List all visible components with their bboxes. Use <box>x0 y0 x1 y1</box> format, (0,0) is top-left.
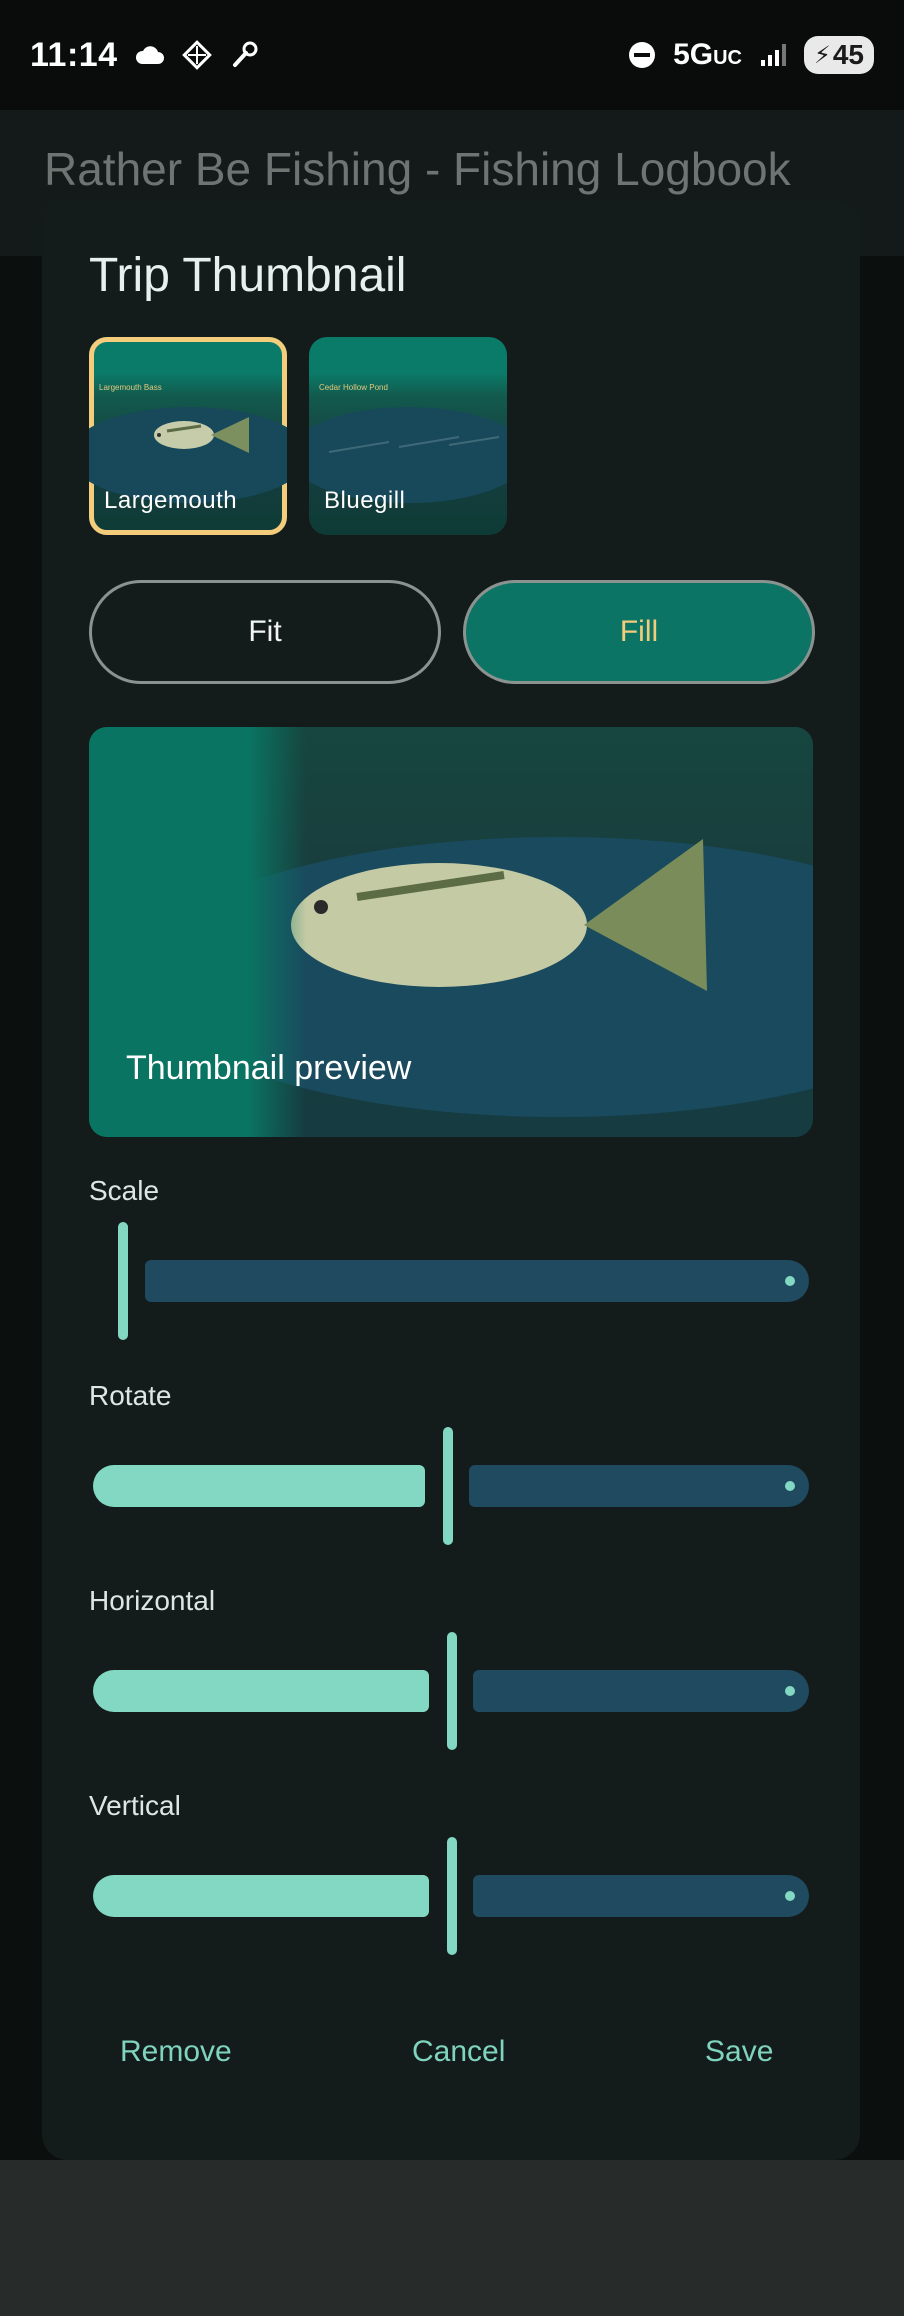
horizontal-slider-active-track[interactable] <box>93 1670 429 1712</box>
cloud-icon <box>132 38 166 72</box>
vertical-slider[interactable] <box>89 1837 813 1957</box>
charging-bolt-icon: ⚡ <box>813 41 831 69</box>
vertical-slider-handle[interactable] <box>447 1837 457 1955</box>
diamond-grid-icon <box>180 38 214 72</box>
horizontal-label: Horizontal <box>89 1585 216 1616</box>
thumbnail-caption: Largemouth <box>104 487 238 514</box>
dialog-actions: Remove Cancel Save <box>42 2020 860 2090</box>
scale-slider-handle[interactable] <box>118 1222 128 1340</box>
battery-indicator: ⚡ 45 <box>803 36 874 74</box>
scale-label: Scale <box>89 1175 160 1206</box>
preview-label: Thumbnail preview <box>126 1049 412 1087</box>
vertical-slider-active-track[interactable] <box>93 1875 429 1917</box>
status-time: 11:14 <box>30 35 118 74</box>
fill-button[interactable]: Fill <box>463 580 815 684</box>
scale-slider[interactable] <box>89 1222 813 1342</box>
cancel-button[interactable]: Cancel <box>392 2025 525 2079</box>
horizontal-slider-handle[interactable] <box>447 1632 457 1750</box>
thumbnail-bluegill[interactable]: Cedar Hollow Pond Bluegill <box>309 337 507 535</box>
app-title: Rather Be Fishing - Fishing Logbook <box>44 143 791 195</box>
rotate-slider-track[interactable] <box>469 1465 809 1507</box>
network-type: 5GUC <box>673 38 742 71</box>
fit-button[interactable]: Fit <box>89 580 441 684</box>
trip-thumbnail-dialog: Trip Thumbnail Largemouth Bass Largemout… <box>42 200 860 2160</box>
rotate-slider[interactable] <box>89 1427 813 1547</box>
thumbnail-preview: Thumbnail preview <box>89 727 813 1137</box>
thumbnail-caption: Bluegill <box>324 487 406 514</box>
scale-slider-track[interactable] <box>145 1260 809 1302</box>
wrench-icon <box>228 38 262 72</box>
thumbnail-largemouth[interactable]: Largemouth Bass Largemouth <box>89 337 287 535</box>
signal-icon <box>756 38 790 72</box>
rotate-slider-handle[interactable] <box>443 1427 453 1545</box>
horizontal-slider-track[interactable] <box>473 1670 809 1712</box>
thumbnail-list: Largemouth Bass Largemouth Cedar Hollow … <box>89 337 507 535</box>
rotate-label: Rotate <box>89 1380 172 1411</box>
do-not-disturb-icon <box>625 38 659 72</box>
rotate-slider-active-track[interactable] <box>93 1465 425 1507</box>
vertical-label: Vertical <box>89 1790 181 1821</box>
horizontal-slider[interactable] <box>89 1632 813 1752</box>
status-bar: 11:14 5GUC ⚡ 45 <box>0 0 904 110</box>
scale-mode-toggle: Fit Fill <box>89 580 815 684</box>
dialog-title: Trip Thumbnail <box>89 249 407 302</box>
bottom-area <box>0 2160 904 2316</box>
remove-button[interactable]: Remove <box>100 2025 252 2079</box>
save-button[interactable]: Save <box>685 2025 793 2079</box>
vertical-slider-track[interactable] <box>473 1875 809 1917</box>
